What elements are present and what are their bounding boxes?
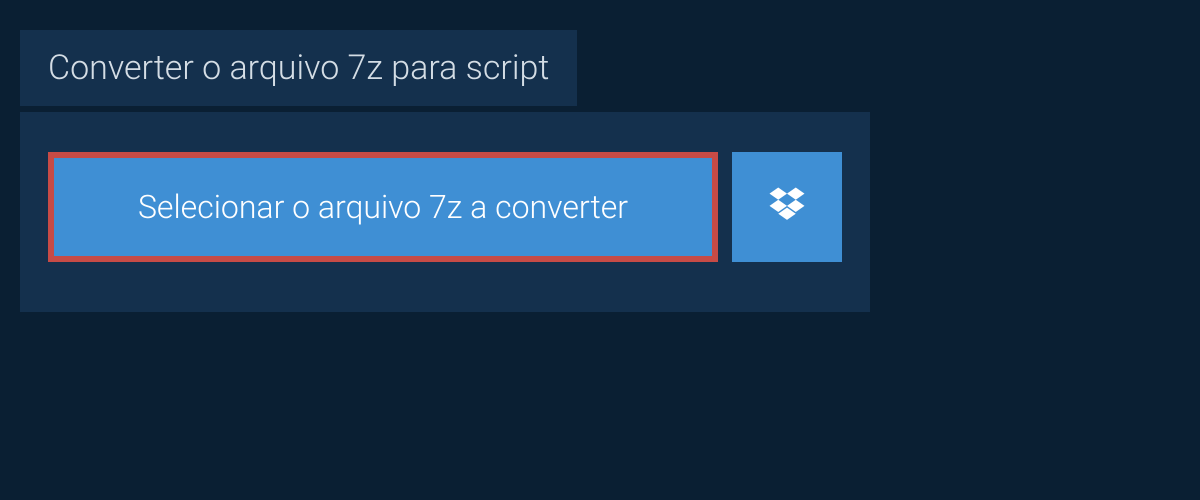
- upload-panel: Selecionar o arquivo 7z a converter: [20, 112, 870, 312]
- button-row: Selecionar o arquivo 7z a converter: [48, 152, 842, 262]
- dropbox-button[interactable]: [732, 152, 842, 262]
- page-title: Converter o arquivo 7z para script: [20, 30, 577, 106]
- select-file-button[interactable]: Selecionar o arquivo 7z a converter: [48, 152, 718, 262]
- select-file-label: Selecionar o arquivo 7z a converter: [138, 188, 628, 226]
- dropbox-icon: [766, 184, 808, 230]
